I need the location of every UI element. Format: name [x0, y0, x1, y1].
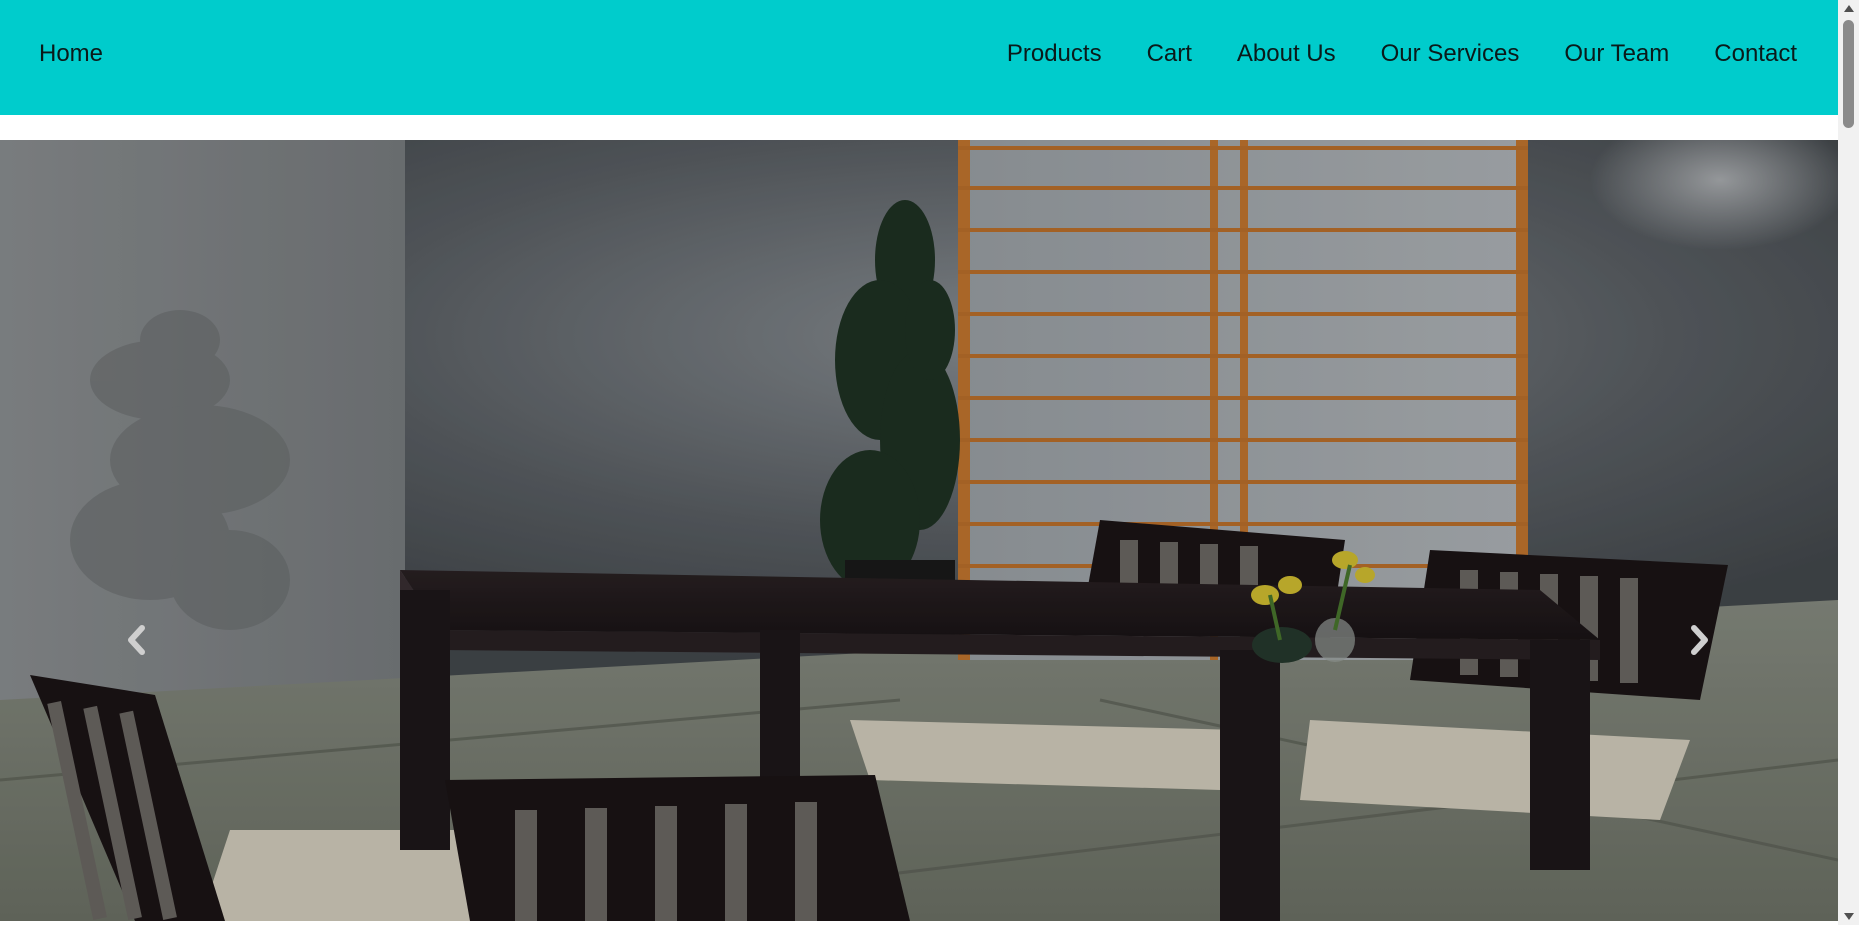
triangle-up-icon: [1843, 5, 1854, 12]
nav-cart-link[interactable]: Cart: [1147, 38, 1192, 70]
page-viewport: Home Products Cart About Us Our Services…: [0, 0, 1838, 925]
carousel-prev-button[interactable]: [116, 615, 156, 665]
hero-slide-image: [0, 140, 1838, 921]
nav-contact-link[interactable]: Contact: [1714, 38, 1797, 70]
carousel-next-button[interactable]: [1680, 615, 1720, 665]
scroll-up-button[interactable]: [1838, 0, 1859, 17]
nav-products-link[interactable]: Products: [1007, 38, 1102, 70]
nav-about-us-link[interactable]: About Us: [1237, 38, 1336, 70]
chevron-right-icon: [1691, 625, 1708, 655]
vertical-scrollbar[interactable]: [1838, 0, 1859, 925]
nav-our-team-link[interactable]: Our Team: [1564, 38, 1669, 70]
scroll-thumb[interactable]: [1843, 20, 1854, 128]
top-navbar: Home Products Cart About Us Our Services…: [0, 0, 1838, 115]
scroll-down-button[interactable]: [1838, 908, 1859, 925]
hero-carousel: [0, 140, 1838, 921]
nav-our-services-link[interactable]: Our Services: [1381, 38, 1520, 70]
nav-home-link[interactable]: Home: [39, 38, 103, 70]
triangle-down-icon: [1843, 913, 1854, 920]
chevron-left-icon: [128, 625, 145, 655]
nav-links: Products Cart About Us Our Services Our …: [1007, 38, 1797, 70]
